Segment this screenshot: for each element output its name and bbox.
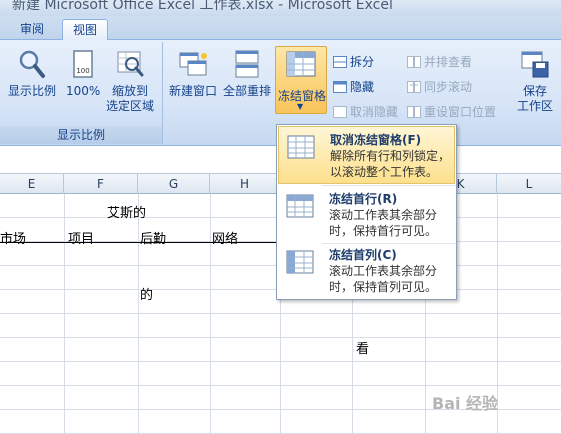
arrange-all-label: 全部重排 (223, 84, 272, 98)
reset-position-button[interactable]: 重设窗口位置 (407, 102, 496, 122)
zoom-group-label: 显示比例 (0, 126, 162, 144)
sync-scroll-label: 同步滚动 (424, 80, 473, 94)
freeze-first-column-icon (286, 250, 314, 274)
save-workspace-label-2: 工作区 (517, 99, 554, 113)
zoom-100-label: 100% (66, 84, 101, 98)
cell-market[interactable]: 市场 (0, 228, 26, 247)
menu-item-desc-line: 时，保持首行可见。 (329, 224, 438, 238)
column-header-e[interactable]: E (0, 174, 64, 194)
menu-item-title: 冻结首列(C) (329, 248, 397, 262)
freeze-panes-menu: 取消冻结窗格(F) 解除所有行和列锁定， 以滚动整个工作表。 冻结首行(R) 滚… (276, 124, 457, 300)
freeze-panes-button[interactable]: 冻结窗格 ▼ (275, 46, 327, 114)
sync-scroll-icon (407, 81, 421, 93)
cell-project[interactable]: 项目 (68, 228, 94, 247)
grid-line (138, 194, 139, 434)
new-window-icon (179, 52, 207, 76)
window-title: 新建 Microsoft Office Excel 工作表.xlsx - Mic… (12, 0, 393, 13)
unhide-button[interactable]: 取消隐藏 (333, 102, 398, 122)
tab-view[interactable]: 视图 (62, 19, 109, 40)
side-by-side-button[interactable]: 并排查看 (407, 52, 472, 72)
zoom-selection-label-1: 缩放到 (112, 84, 149, 98)
title-bar: 新建 Microsoft Office Excel 工作表.xlsx - Mic… (0, 0, 561, 16)
zoom-100-button[interactable]: 100 100% (66, 48, 100, 99)
arrange-all-icon (235, 50, 259, 78)
cell-network[interactable]: 网络 (212, 228, 238, 247)
cell-title[interactable]: 艾斯的 (107, 202, 146, 221)
zoom-selection-label-2: 选定区域 (106, 99, 155, 113)
zoom-button[interactable]: 显示比例 (8, 48, 56, 99)
chevron-down-icon: ▼ (297, 102, 304, 111)
tab-review[interactable]: 审阅 (10, 19, 54, 40)
zoom-group: 显示比例 100 100% 缩放到 选定区域 显示比例 (0, 42, 163, 144)
sync-scroll-button[interactable]: 同步滚动 (407, 77, 472, 97)
menu-item-desc-line: 滚动工作表其余部分 (329, 264, 438, 278)
cell-de[interactable]: 的 (140, 284, 153, 303)
unhide-icon (333, 106, 347, 118)
hide-icon (333, 81, 347, 93)
split-button[interactable]: 拆分 (333, 52, 374, 72)
hide-button[interactable]: 隐藏 (333, 77, 374, 97)
freeze-panes-icon (286, 51, 316, 77)
column-header-g[interactable]: G (138, 174, 210, 194)
arrange-all-button[interactable]: 全部重排 (223, 48, 271, 99)
save-workspace-button[interactable]: 保存 工作区 (517, 48, 553, 114)
menu-item-desc-line: 时，保持首列可见。 (329, 280, 438, 294)
zoom-label: 显示比例 (8, 84, 57, 98)
save-workspace-label-1: 保存 (522, 84, 547, 98)
cell-kan[interactable]: 看 (356, 338, 369, 357)
menu-item-freeze-top-row[interactable]: 冻结首行(R) 滚动工作表其余部分 时，保持首行可见。 (278, 186, 455, 244)
unfreeze-panes-icon (287, 135, 315, 159)
menu-item-title: 取消冻结窗格(F) (330, 133, 422, 147)
hide-label: 隐藏 (350, 80, 375, 94)
reset-position-label: 重设窗口位置 (424, 105, 497, 119)
column-header-h[interactable]: H (210, 174, 280, 194)
save-workspace-icon (521, 51, 549, 78)
menu-item-desc-line: 以滚动整个工作表。 (330, 165, 439, 179)
menu-item-desc: 滚动工作表其余部分 时，保持首行可见。 (329, 207, 437, 239)
new-window-button[interactable]: 新建窗口 (169, 48, 217, 99)
menu-item-title: 冻结首行(R) (329, 192, 398, 206)
freeze-top-row-icon (286, 194, 314, 218)
page-100-icon: 100 (73, 50, 93, 78)
menu-item-unfreeze-panes[interactable]: 取消冻结窗格(F) 解除所有行和列锁定， 以滚动整个工作表。 (278, 126, 455, 184)
side-by-side-icon (407, 56, 421, 68)
svg-text:100: 100 (76, 67, 89, 75)
split-icon (333, 56, 347, 68)
column-header-f[interactable]: F (64, 174, 138, 194)
menu-item-desc: 滚动工作表其余部分 时，保持首列可见。 (329, 263, 437, 295)
side-by-side-label: 并排查看 (424, 55, 473, 69)
menu-item-desc-line: 滚动工作表其余部分 (329, 208, 438, 222)
zoom-selection-icon (117, 51, 144, 77)
magnifier-icon (19, 50, 45, 78)
new-window-label: 新建窗口 (169, 84, 218, 98)
cell-logistics[interactable]: 后勤 (140, 228, 166, 247)
unhide-label: 取消隐藏 (350, 105, 399, 119)
menu-item-desc-line: 解除所有行和列锁定， (330, 149, 451, 163)
column-header-l[interactable]: L (497, 174, 561, 194)
menu-item-freeze-first-column[interactable]: 冻结首列(C) 滚动工作表其余部分 时，保持首列可见。 (278, 242, 455, 300)
watermark: Bai 经验 (432, 394, 499, 413)
ribbon-tab-row: 审阅 视图 (0, 16, 561, 40)
zoom-to-selection-button[interactable]: 缩放到 选定区域 (106, 48, 154, 114)
grid-line (64, 194, 65, 434)
grid-line (210, 194, 211, 434)
reset-position-icon (407, 106, 421, 118)
split-label: 拆分 (350, 55, 375, 69)
menu-item-desc: 解除所有行和列锁定， 以滚动整个工作表。 (330, 148, 450, 180)
